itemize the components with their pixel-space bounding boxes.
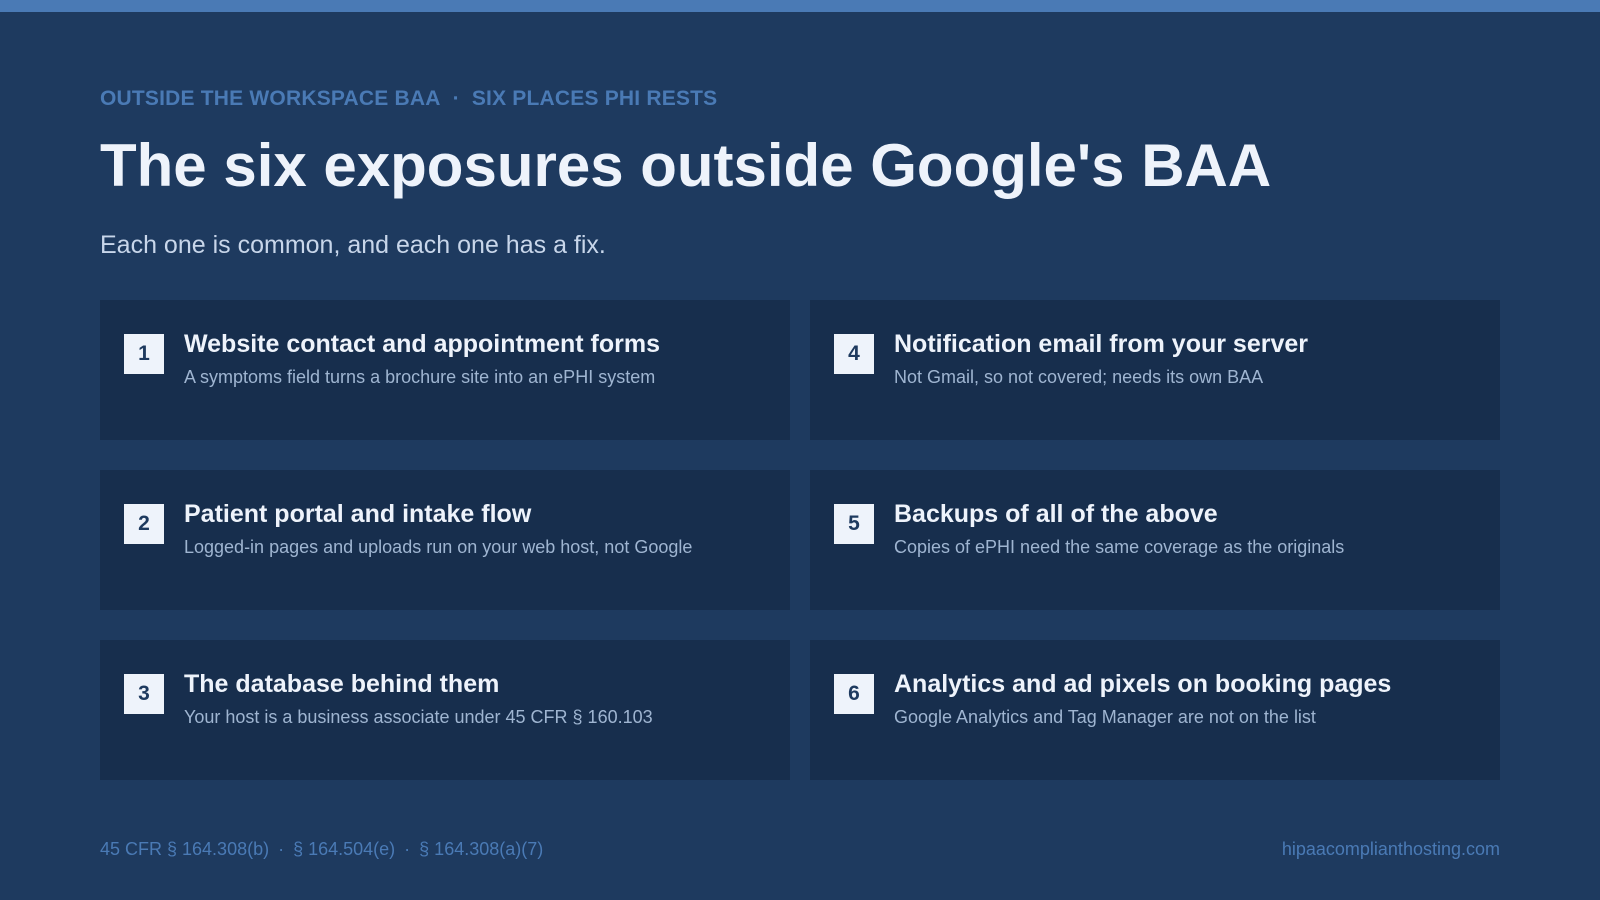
card-description: Google Analytics and Tag Manager are not… xyxy=(894,707,1316,727)
exposure-card-3: 3 The database behind them Your host is … xyxy=(100,640,790,780)
card-title: Website contact and appointment forms xyxy=(184,330,660,358)
card-description: Your host is a business associate under … xyxy=(184,707,653,727)
eyebrow: OUTSIDE THE WORKSPACE BAA · SIX PLACES PHI… xyxy=(100,87,717,111)
card-title: Patient portal and intake flow xyxy=(184,500,532,528)
page-subtitle: Each one is common, and each one has a f… xyxy=(100,231,606,259)
citation: 45 CFR § 164.308(b) xyxy=(100,839,270,859)
card-description: Not Gmail, so not covered; needs its own… xyxy=(894,367,1264,387)
card-description: Copies of ePHI need the same coverage as… xyxy=(894,537,1345,557)
exposure-card-1: 1 Website contact and appointment forms … xyxy=(100,300,790,440)
exposure-card-2: 2 Patient portal and intake flow Logged-… xyxy=(100,470,790,610)
page-title: The six exposures outside Google's BAA xyxy=(100,132,1272,199)
card-number-badge: 3 xyxy=(124,674,164,714)
footer-citations: 45 CFR § 164.308(b) · § 164.504(e) · § 164.3… xyxy=(100,839,543,860)
card-number-badge: 1 xyxy=(124,334,164,374)
card-description: Logged-in pages and uploads run on your … xyxy=(184,537,693,557)
footer-site-url: hipaacomplianthosting.com xyxy=(1281,839,1500,859)
citation: § 164.504(e) xyxy=(293,839,396,859)
card-title: Notification email from your server xyxy=(894,330,1309,358)
exposure-card-5: 5 Backups of all of the above Copies of … xyxy=(810,470,1500,610)
eyebrow-left: OUTSIDE THE WORKSPACE BAA xyxy=(100,87,441,110)
eyebrow-right: SIX PLACES PHI RESTS xyxy=(471,87,718,110)
card-description: A symptoms field turns a brochure site i… xyxy=(184,367,656,387)
exposure-card-4: 4 Notification email from your server No… xyxy=(810,300,1500,440)
card-number-badge: 6 xyxy=(834,674,874,714)
card-title: The database behind them xyxy=(184,670,500,698)
card-title: Backups of all of the above xyxy=(894,500,1218,528)
top-accent-bar xyxy=(0,0,1600,12)
citation-separator: · xyxy=(278,839,285,859)
card-title: Analytics and ad pixels on booking pages xyxy=(894,670,1392,698)
citation-separator: · xyxy=(404,839,411,859)
citation: § 164.308(a)(7) xyxy=(419,839,544,859)
card-number-badge: 5 xyxy=(834,504,874,544)
eyebrow-separator: · xyxy=(452,87,460,110)
card-number-badge: 4 xyxy=(834,334,874,374)
card-number-badge: 2 xyxy=(124,504,164,544)
exposure-card-6: 6 Analytics and ad pixels on booking pag… xyxy=(810,640,1500,780)
